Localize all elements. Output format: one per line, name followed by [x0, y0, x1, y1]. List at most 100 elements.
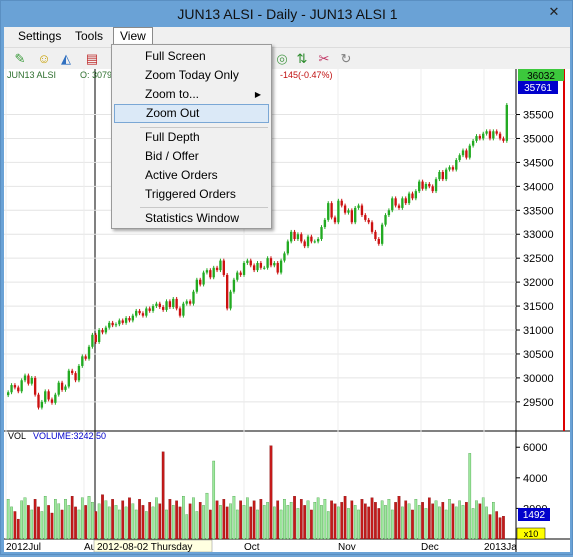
- cross-icon[interactable]: ✂: [316, 51, 332, 67]
- time-tick-label: Nov: [338, 542, 356, 552]
- candle-body: [239, 272, 242, 275]
- price-tick-label: 35000: [523, 133, 554, 145]
- time-tick-label: 2012Jul: [6, 542, 41, 552]
- volume-bar: [326, 511, 330, 540]
- candle-body: [384, 215, 387, 225]
- volume-tick-label: 4000: [523, 473, 547, 485]
- menu-tools[interactable]: Tools: [69, 27, 109, 47]
- volume-bar: [421, 502, 424, 540]
- menu-item-statistics-window[interactable]: Statistics Window: [114, 209, 269, 228]
- volume-bar: [74, 506, 77, 540]
- candle-body: [249, 260, 252, 266]
- high-badge: 36032: [527, 71, 555, 82]
- volume-bar: [320, 505, 323, 540]
- chart-icon[interactable]: ◭: [58, 51, 74, 67]
- volume-bar: [232, 496, 236, 540]
- candle-body: [293, 231, 296, 240]
- candle-body: [64, 386, 67, 390]
- menu-item-active-orders[interactable]: Active Orders: [114, 166, 269, 185]
- volume-bar: [91, 502, 94, 540]
- candle-body: [323, 219, 327, 228]
- candle-body: [347, 210, 350, 213]
- candle-body: [377, 239, 380, 244]
- menu-item-zoom-today-only[interactable]: Zoom Today Only: [114, 66, 269, 85]
- volume-label: VOL: [8, 431, 26, 441]
- price-tick-label: 35500: [523, 110, 554, 122]
- candle-body: [418, 181, 421, 192]
- volume-bar: [27, 505, 30, 540]
- candle-body: [104, 327, 108, 333]
- bars-icon[interactable]: ▤: [84, 51, 100, 67]
- candle-body: [145, 308, 148, 316]
- updown-icon[interactable]: ⇅: [294, 51, 310, 67]
- candle-body: [222, 260, 225, 275]
- menu-item-full-depth[interactable]: Full Depth: [114, 128, 269, 147]
- candle-body: [370, 222, 374, 232]
- candle-body: [488, 131, 492, 139]
- candle-body: [306, 236, 310, 247]
- volume-bar: [188, 503, 192, 540]
- candle-body: [212, 267, 215, 278]
- candle-body: [286, 241, 289, 254]
- volume-bar: [67, 505, 71, 540]
- volume-bar: [70, 496, 74, 540]
- volume-bar: [370, 497, 374, 540]
- candle-body: [263, 267, 266, 269]
- candle-body: [269, 258, 273, 266]
- candle-body: [17, 387, 20, 392]
- smiley-icon[interactable]: ☺: [36, 51, 52, 67]
- price-tick-label: 30500: [523, 349, 554, 361]
- menu-settings[interactable]: Settings: [12, 27, 67, 47]
- volume-bar: [94, 511, 98, 540]
- volume-bar: [316, 497, 320, 540]
- refresh-icon[interactable]: ↻: [338, 51, 354, 67]
- volume-bar: [303, 505, 306, 540]
- menu-item-zoom-to[interactable]: Zoom to... ▶: [114, 85, 269, 104]
- menu-item-bid-offer[interactable]: Bid / Offer: [114, 147, 269, 166]
- volume-bar: [104, 500, 108, 540]
- volume-bar: [47, 505, 50, 540]
- candle-body: [316, 239, 320, 242]
- candle-body: [246, 260, 249, 263]
- chart-area[interactable]: 29500 30000 30500 31000 31500 32000 32500 33000…: [4, 69, 570, 553]
- volume-bar: [502, 516, 505, 540]
- pencil-icon[interactable]: ✎: [12, 51, 28, 67]
- menu-item-zoom-out[interactable]: Zoom Out: [114, 104, 269, 123]
- candle-body: [478, 136, 482, 139]
- candle-body: [158, 303, 161, 308]
- volume-bar: [6, 499, 10, 540]
- menu-item-full-screen[interactable]: Full Screen: [114, 47, 269, 66]
- candle-body: [266, 258, 269, 268]
- candle-body: [485, 131, 488, 134]
- candle-body: [94, 334, 97, 342]
- candle-body: [44, 391, 47, 402]
- price-chart[interactable]: 29500 30000 30500 31000 31500 32000 32500 33000…: [4, 69, 570, 553]
- volume-bar: [215, 500, 219, 540]
- volume-bar: [30, 509, 34, 540]
- volume-bar: [192, 497, 195, 540]
- menu-item-triggered-orders[interactable]: Triggered Orders: [114, 185, 269, 204]
- volume-bar: [360, 499, 364, 540]
- volume-bar: [279, 509, 283, 540]
- volume-bar: [256, 509, 259, 540]
- volume-bar: [380, 500, 384, 540]
- volume-bar: [353, 505, 357, 540]
- close-icon[interactable]: ✕: [539, 2, 569, 22]
- volume-bar: [262, 505, 266, 540]
- volume-bar: [134, 509, 138, 540]
- candle-body: [135, 310, 138, 316]
- candle-body: [340, 200, 343, 206]
- tool-icon[interactable]: ◎: [274, 51, 290, 67]
- candle-body: [37, 394, 40, 408]
- volume-bar: [306, 500, 310, 540]
- candle-body: [502, 138, 505, 141]
- candle-body: [461, 150, 465, 156]
- chart-symbol: JUN13 ALSI: [7, 70, 56, 80]
- vol-multiplier: x10: [524, 529, 539, 539]
- candle-body: [505, 104, 508, 141]
- volume-bar: [330, 500, 333, 540]
- volume-bar: [10, 506, 13, 540]
- candle-body: [471, 140, 475, 146]
- candle-body: [451, 167, 455, 170]
- volume-value: VOLUME:3242.50: [33, 431, 106, 441]
